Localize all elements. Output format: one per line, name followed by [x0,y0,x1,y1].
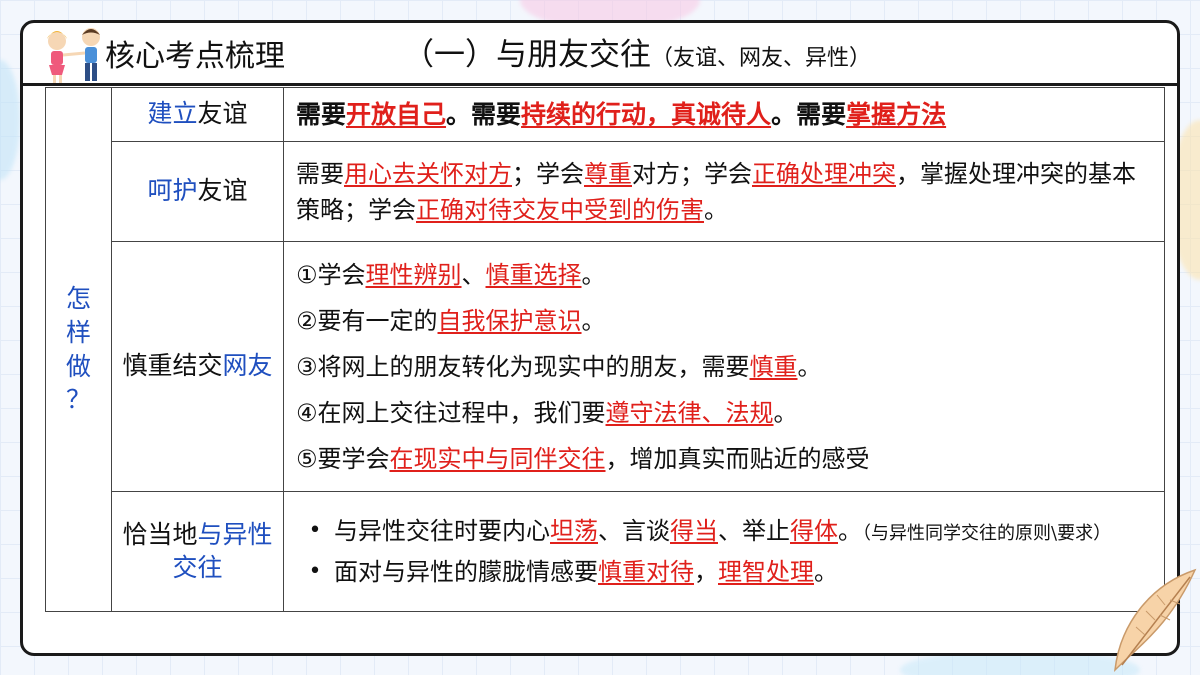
key-phrase: 在现实中与同伴交往 [389,444,606,473]
table-row: 呵护友谊 需要用心去关怀对方；学会尊重对方；学会正确处理冲突，掌握处理冲突的基本策… [46,141,1165,242]
list-item: ④在网上交往过程中，我们要遵守法律、法规。 [296,390,1154,436]
category-text: 建立 [147,99,198,129]
bullet-item: • 与异性交往时要内心坦荡、言谈得当、举止得体。（与异性同学交往的原则\要求） [296,512,1154,553]
text-segment: ②要有一定的 [296,306,438,335]
description-cell: 需要用心去关怀对方；学会尊重对方；学会正确处理冲突，掌握处理冲突的基本策略；学会… [283,141,1165,242]
text-segment: 面对与异性的朦胧情感要 [334,558,598,586]
text-segment: （与异性同学交往的原则\要求） [862,523,1112,544]
text-segment: 。 [814,558,838,586]
side-label-char: 怎 [65,284,91,313]
key-phrase: 掌握方法 [846,99,947,129]
key-phrase: 尊重 [584,159,632,188]
text-segment: ⑤要学会 [296,444,390,473]
key-phrase: 正确处理冲突 [752,159,896,188]
text-segment: 需要 [296,99,347,129]
list-item: ①学会理性辨别、慎重选择。 [296,252,1154,298]
key-phrase: 得体 [790,517,838,545]
key-phrase: 自我保护意识 [437,306,582,335]
side-label-char: 做 [65,351,91,381]
key-phrase: 慎重选择 [485,260,582,289]
category-cell: 呵护友谊 [111,141,284,242]
bullet-text: 与异性交往时要内心坦荡、言谈得当、举止得体。（与异性同学交往的原则\要求） [334,512,1111,553]
key-phrase: 用心去关怀对方 [344,159,512,188]
text-segment: 。 [773,398,798,427]
summary-table: 怎样做？建立友谊 需要开放自己。需要持续的行动，真诚待人。需要掌握方法 呵护友谊 需要… [45,87,1165,612]
side-label: 怎样做 ？ [45,87,112,612]
description-text: 需要用心去关怀对方；学会尊重对方；学会正确处理冲突，掌握处理冲突的基本策略；学会… [296,156,1154,228]
bullet-text: 面对与异性的朦胧情感要慎重对待，理智处理。 [334,553,838,591]
key-phrase: 理智处理 [718,558,814,586]
description-cell: • 与异性交往时要内心坦荡、言谈得当、举止得体。（与异性同学交往的原则\要求） • 面… [283,491,1165,612]
category-text: 网友 [222,351,273,381]
text-segment: ， [694,558,718,586]
header-label: 核心考点梳理 [105,39,285,74]
text-segment: ④在网上交往过程中，我们要 [296,398,606,427]
category-text: 与异性 [197,520,273,549]
text-segment: 。 [838,517,862,545]
text-segment: ③将网上的朋友转化为现实中的朋友，需要 [296,352,750,381]
title-main: （一）与朋友交往 [403,37,651,73]
list-item: ⑤要学会在现实中与同伴交往，增加真实而贴近的感受 [296,436,1154,482]
bullet-item: • 面对与异性的朦胧情感要慎重对待，理智处理。 [296,553,1154,591]
text-segment: 。 [704,195,728,224]
side-label-char: 样 [65,317,91,347]
category-cell: 慎重结交网友 [111,241,284,492]
key-phrase: 开放自己 [346,99,447,129]
key-phrase: 持续的行动，真诚待人 [521,99,772,129]
text-segment: 需要 [296,159,344,188]
description-text: 需要开放自己。需要持续的行动，真诚待人。需要掌握方法 [296,96,1154,134]
list-item: ②要有一定的自我保护意识。 [296,298,1154,344]
key-phrase: 理性辨别 [365,260,462,289]
text-segment: 。 [581,260,606,289]
key-phrase: 慎重对待 [598,558,694,586]
description-cell: 需要开放自己。需要持续的行动，真诚待人。需要掌握方法 [283,87,1165,142]
table-row: 恰当地与异性交往 • 与异性交往时要内心坦荡、言谈得当、举止得体。（与异性同学交往的… [46,491,1165,612]
category-text: 友谊 [197,176,248,206]
bullet-icon: • [308,518,322,543]
text-segment: ，增加真实而贴近的感受 [605,444,870,473]
key-phrase: 坦荡 [550,517,598,545]
key-phrase: 遵守法律、法规 [605,398,774,427]
category-cell: 建立友谊 [111,87,284,142]
category-text: 慎重结交 [122,351,223,381]
key-phrase: 慎重 [749,352,798,381]
category-cell: 恰当地与异性交往 [111,491,284,612]
side-label-char: ？ [65,385,91,415]
category-text: 呵护 [147,176,198,206]
text-segment: ①学会 [296,260,366,289]
text-segment: 对方；学会 [632,159,752,188]
bullet-icon: • [308,559,322,584]
text-segment: 、举止 [718,517,790,545]
category-text: 友谊 [197,99,248,129]
text-segment: 、言谈 [598,517,670,545]
title-sub: （友谊、网友、异性） [651,46,872,71]
text-segment: 与异性交往时要内心 [334,517,550,545]
text-segment: 。需要 [771,99,847,129]
table-row: 慎重结交网友 ①学会理性辨别、慎重选择。 ②要有一定的自我保护意识。 ③将网上的朋友转… [46,241,1165,492]
text-segment: 。需要 [446,99,522,129]
description-cell: ①学会理性辨别、慎重选择。 ②要有一定的自我保护意识。 ③将网上的朋友转化为现实中的… [283,241,1165,492]
text-segment: ；学会 [512,159,584,188]
list-item: ③将网上的朋友转化为现实中的朋友，需要慎重。 [296,344,1154,390]
key-phrase: 得当 [670,517,718,545]
category-text: 交往 [172,552,223,582]
key-phrase: 正确对待交友中受到的伤害 [416,195,704,224]
text-segment: 。 [797,352,822,381]
category-text: 恰当地 [122,520,198,549]
feather-decoration [1114,568,1197,673]
page-title: （一）与朋友交往（友谊、网友、异性） [403,29,871,74]
table-row: 怎样做？建立友谊 需要开放自己。需要持续的行动，真诚待人。需要掌握方法 [45,87,1165,612]
text-segment: 、 [461,260,486,289]
header-divider [23,83,1177,86]
text-segment: 。 [581,306,606,335]
